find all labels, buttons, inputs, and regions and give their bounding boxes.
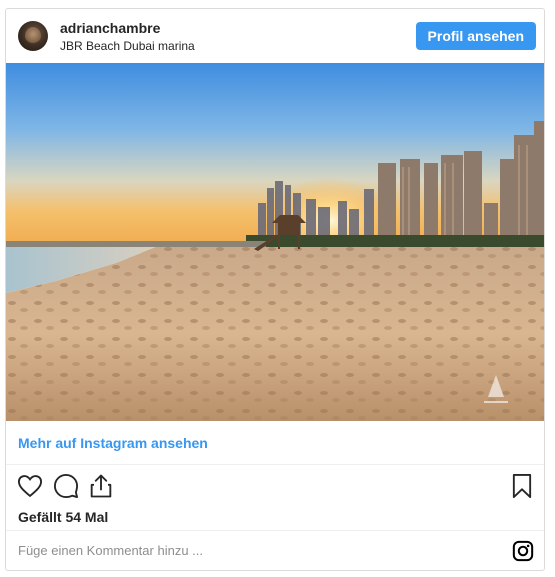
comment-row (6, 531, 544, 570)
avatar[interactable] (18, 21, 48, 51)
location[interactable]: JBR Beach Dubai marina (60, 38, 195, 54)
post-image[interactable] (6, 63, 545, 421)
view-more-on-instagram-link[interactable]: Mehr auf Instagram ansehen (18, 435, 208, 451)
comment-input[interactable] (18, 541, 398, 561)
comment-icon[interactable] (52, 472, 80, 500)
likes-count[interactable]: Gefällt 54 Mal (18, 509, 108, 525)
user-info: adrianchambre JBR Beach Dubai marina (60, 20, 195, 54)
instagram-icon[interactable] (512, 540, 534, 562)
share-icon[interactable] (87, 472, 115, 500)
divider (6, 464, 544, 465)
view-profile-button[interactable]: Profil ansehen (415, 22, 536, 50)
bookmark-icon[interactable] (508, 472, 536, 500)
post-header: adrianchambre JBR Beach Dubai marina Pro… (6, 9, 544, 63)
username[interactable]: adrianchambre (60, 20, 195, 36)
instagram-embed-card: adrianchambre JBR Beach Dubai marina Pro… (5, 8, 545, 571)
action-bar (6, 472, 544, 512)
heart-icon[interactable] (16, 472, 44, 500)
